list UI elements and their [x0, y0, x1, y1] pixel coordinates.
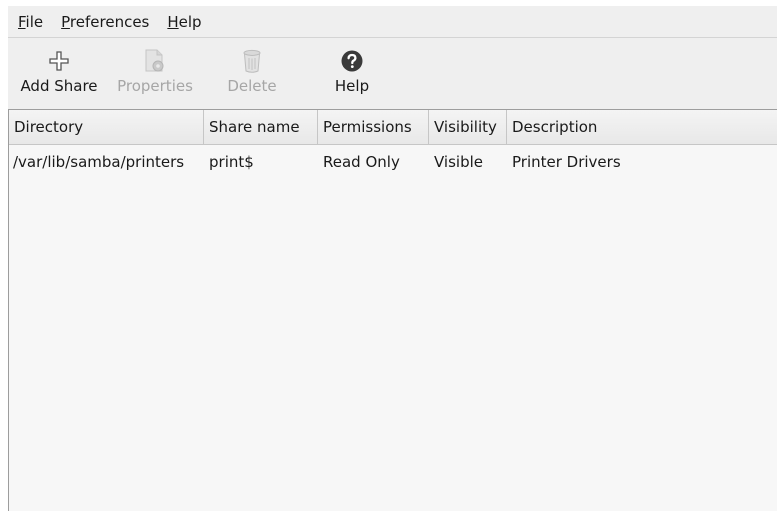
help-label: Help	[334, 77, 370, 95]
cell-share-name: print$	[209, 153, 254, 171]
delete-button[interactable]: Delete	[200, 38, 304, 95]
table-header: Directory Share name Permissions Visibil…	[9, 110, 777, 145]
properties-icon	[142, 48, 168, 74]
toolbar: Add Share Properties Delete Help	[8, 38, 777, 110]
trash-icon	[239, 48, 265, 74]
cell-visibility: Visible	[434, 153, 483, 171]
menu-preferences-mnemonic: P	[61, 12, 70, 31]
cell-directory: /var/lib/samba/printers	[13, 153, 185, 171]
column-header-share-name[interactable]: Share name	[204, 110, 318, 144]
menu-file-mnemonic: F	[18, 12, 26, 31]
menu-file-label: ile	[25, 12, 44, 31]
cell-permissions: Read Only	[323, 153, 400, 171]
table-row[interactable]: /var/lib/samba/printers print$ Read Only…	[9, 147, 777, 177]
plus-icon	[46, 48, 72, 74]
column-header-visibility[interactable]: Visibility	[429, 110, 507, 144]
help-icon	[339, 48, 365, 74]
properties-button[interactable]: Properties	[110, 38, 200, 95]
shares-table: Directory Share name Permissions Visibil…	[8, 109, 777, 511]
menubar: File Preferences Help	[8, 6, 777, 38]
add-share-label: Add Share	[20, 77, 98, 95]
menu-help[interactable]: Help	[167, 13, 201, 31]
menu-preferences-label: references	[69, 12, 150, 31]
add-share-button[interactable]: Add Share	[8, 38, 110, 95]
samba-config-window: File Preferences Help Add Share Properti…	[8, 6, 777, 511]
menu-help-mnemonic: H	[167, 12, 179, 31]
menu-file[interactable]: File	[18, 13, 43, 31]
help-button[interactable]: Help	[304, 38, 400, 95]
menu-help-label: elp	[178, 12, 202, 31]
properties-label: Properties	[117, 77, 193, 95]
column-header-description[interactable]: Description	[507, 110, 777, 144]
menu-preferences[interactable]: Preferences	[61, 13, 149, 31]
column-header-permissions[interactable]: Permissions	[318, 110, 429, 144]
delete-label: Delete	[227, 77, 277, 95]
cell-description: Printer Drivers	[512, 153, 621, 171]
column-header-directory[interactable]: Directory	[9, 110, 204, 144]
